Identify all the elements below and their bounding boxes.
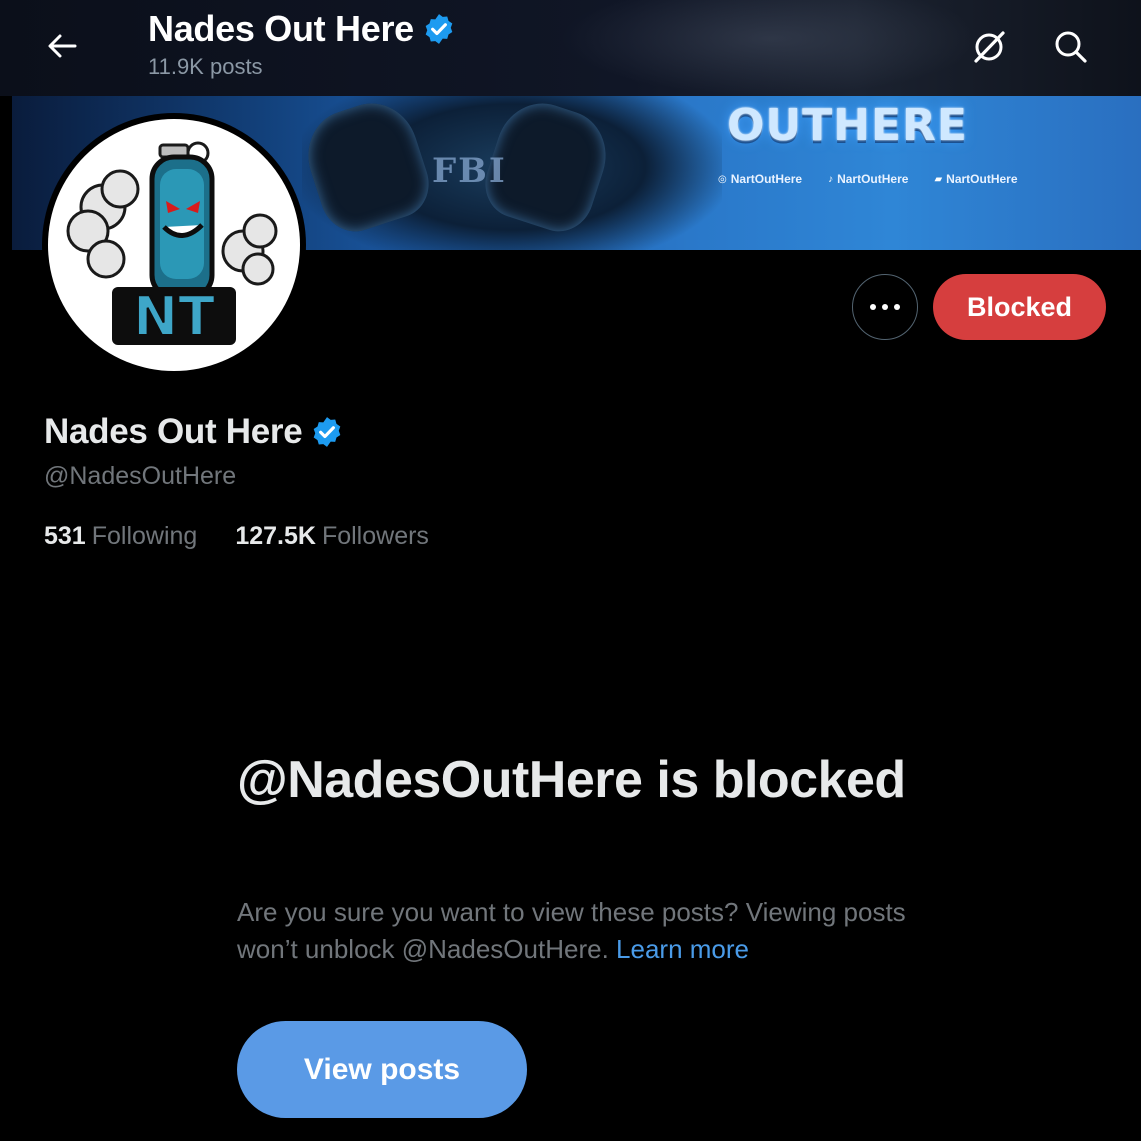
banner-fbi-text: FBI xyxy=(432,151,507,191)
banner-brand-text: OUTHERE xyxy=(727,100,968,151)
kick-icon: ▰ xyxy=(934,173,943,185)
profile-page: Nades Out Here 11.9K posts FBI OUTHERE ◎… xyxy=(0,0,1141,1141)
back-button[interactable] xyxy=(38,24,86,68)
search-button[interactable] xyxy=(1046,22,1096,72)
grenade-logo-icon: NT xyxy=(66,141,278,349)
profile-handle: @NadesOutHere xyxy=(44,462,237,490)
learn-more-link[interactable]: Learn more xyxy=(616,934,749,964)
tiktok-icon: ♪ xyxy=(828,173,834,185)
top-header-bar: Nades Out Here 11.9K posts xyxy=(0,0,1141,96)
back-arrow-icon xyxy=(48,34,77,58)
header-title: Nades Out Here xyxy=(148,8,456,50)
verified-badge-icon xyxy=(425,14,453,44)
search-icon xyxy=(1055,31,1087,63)
followers-link[interactable]: 127.5K Followers xyxy=(235,522,429,551)
grok-button[interactable] xyxy=(964,22,1014,72)
verified-badge-icon[interactable] xyxy=(310,415,344,449)
avatar-image: NT xyxy=(48,119,300,371)
view-posts-button[interactable]: View posts xyxy=(237,1021,527,1118)
posts-count: 11.9K posts xyxy=(148,54,263,79)
blocked-description: Are you sure you want to view these post… xyxy=(237,897,906,964)
more-horizontal-icon xyxy=(870,304,900,310)
profile-stats: 531 Following 127.5K Followers xyxy=(44,522,429,551)
profile-avatar[interactable]: NT xyxy=(42,113,306,377)
avatar-logo-text: NT xyxy=(133,285,215,348)
banner-social-kick: ▰ NartOutHere xyxy=(934,172,1018,186)
banner-social-instagram: ◎ NartOutHere xyxy=(718,172,803,186)
blocked-title: @NadesOutHere is blocked xyxy=(237,751,906,809)
header-title-block: Nades Out Here 11.9K posts xyxy=(148,8,456,80)
blocked-button[interactable]: Blocked xyxy=(933,274,1106,340)
more-options-button[interactable] xyxy=(852,274,918,340)
banner-socials: ◎ NartOutHere ♪ NartOutHere ▰ NartOutHere xyxy=(718,172,1018,186)
banner-social-tiktok: ♪ NartOutHere xyxy=(828,172,909,186)
following-link[interactable]: 531 Following xyxy=(44,522,197,551)
grok-icon xyxy=(974,31,1005,63)
instagram-icon: ◎ xyxy=(718,173,727,185)
profile-name: Nades Out Here xyxy=(44,412,344,452)
